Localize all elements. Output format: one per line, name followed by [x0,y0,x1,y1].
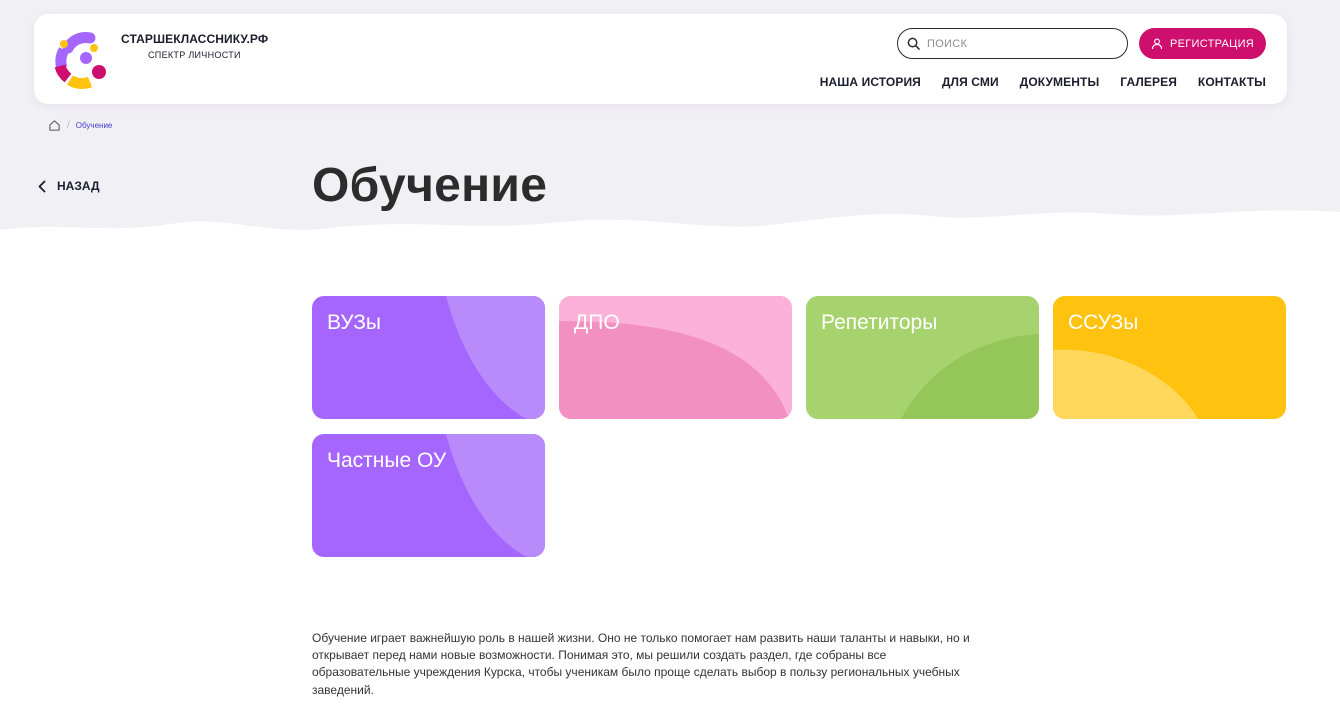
breadcrumb-current: Обучение [75,121,113,130]
category-card-dpo[interactable]: ДПО [559,296,792,419]
search-box[interactable] [897,28,1128,59]
chevron-left-icon [38,180,46,192]
card-label: ВУЗы [327,311,381,334]
nav-item-documents[interactable]: ДОКУМЕНТЫ [1020,75,1100,89]
nav-item-history[interactable]: НАША ИСТОРИЯ [820,75,921,89]
card-label: ДПО [574,311,620,334]
brand-name[interactable]: СТАРШЕКЛАССНИКУ.РФ [121,32,268,46]
logo-icon[interactable] [54,30,114,90]
category-card-private[interactable]: Частные ОУ [312,434,545,557]
search-icon [907,37,920,50]
breadcrumb-separator: / [67,120,70,131]
torn-paper-edge [0,210,1340,262]
search-input[interactable] [927,37,1107,50]
card-label: ССУЗы [1068,311,1139,334]
site-header: СТАРШЕКЛАССНИКУ.РФ СПЕКТР ЛИЧНОСТИ РЕГИС… [34,14,1287,104]
register-button[interactable]: РЕГИСТРАЦИЯ [1139,28,1266,59]
nav-item-contacts[interactable]: КОНТАКТЫ [1198,75,1266,89]
nav-item-gallery[interactable]: ГАЛЕРЕЯ [1120,75,1177,89]
user-icon [1151,38,1163,49]
main-nav: НАША ИСТОРИЯ ДЛЯ СМИ ДОКУМЕНТЫ ГАЛЕРЕЯ К… [820,75,1266,89]
section-description: Обучение играет важнейшую роль в нашей ж… [312,631,970,697]
brand-subtitle: СПЕКТР ЛИЧНОСТИ [148,50,241,60]
nav-item-media[interactable]: ДЛЯ СМИ [942,75,999,89]
card-label: Репетиторы [821,311,938,334]
breadcrumb: / Обучение [48,119,112,132]
category-card-ssuz[interactable]: ССУЗы [1053,296,1286,419]
page-title: Обучение [312,159,548,212]
category-card-tutors[interactable]: Репетиторы [806,296,1039,419]
category-card-vuz[interactable]: ВУЗы [312,296,545,419]
home-icon[interactable] [48,119,61,132]
register-button-label: РЕГИСТРАЦИЯ [1169,37,1255,50]
back-label: НАЗАД [57,179,100,193]
card-label: Частные ОУ [327,449,447,472]
back-button[interactable]: НАЗАД [37,179,100,193]
